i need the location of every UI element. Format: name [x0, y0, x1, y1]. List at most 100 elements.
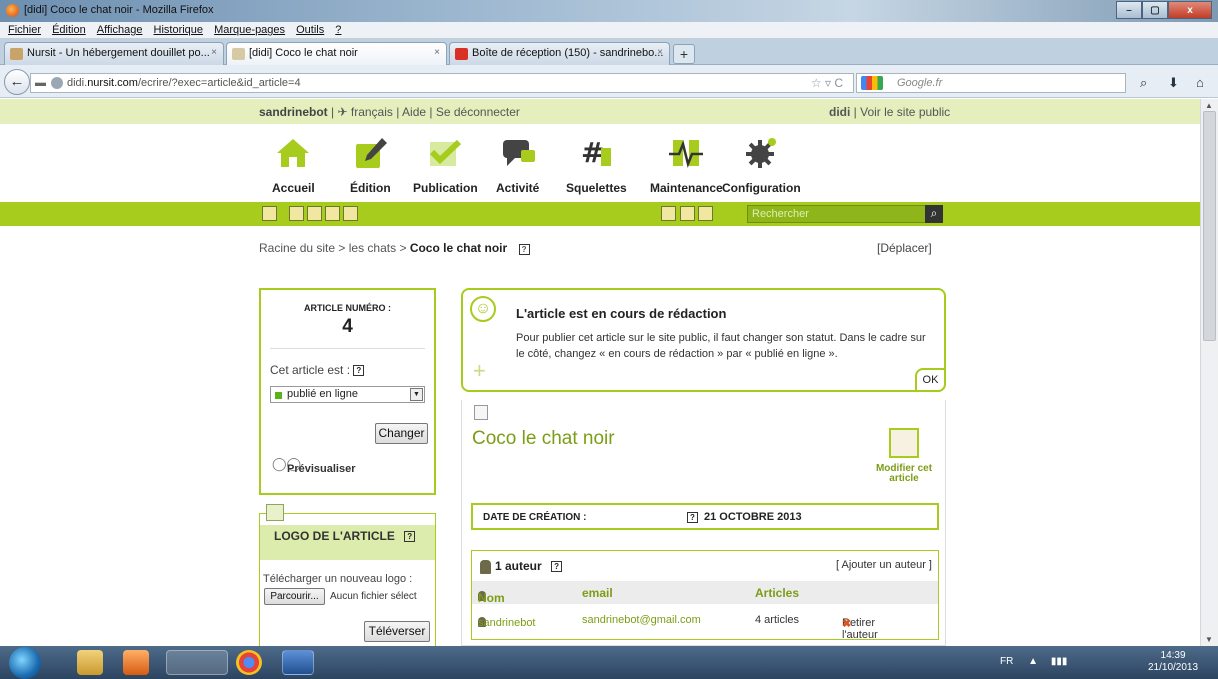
no-file-text: Aucun fichier sélect	[330, 591, 417, 602]
menu-marque-pages[interactable]: Marque-pages	[214, 24, 285, 36]
nav-configuration[interactable]: Configuration	[722, 136, 801, 195]
new-site-icon[interactable]	[343, 206, 358, 221]
stats-icon[interactable]	[698, 206, 713, 221]
preview-link[interactable]: Prévisualiser	[287, 463, 356, 475]
site-name[interactable]: didi	[829, 105, 850, 119]
language-link[interactable]: français	[351, 105, 393, 119]
help-icon[interactable]: ?	[518, 244, 530, 255]
tab-close-icon[interactable]: ×	[657, 47, 663, 58]
tray-arrow-icon[interactable]: ▲	[1028, 656, 1038, 667]
tab-bar: Nursit - Un hébergement douillet po... ×…	[0, 39, 1218, 65]
nav-label: Configuration	[722, 181, 801, 195]
close-button[interactable]: x	[1168, 1, 1212, 19]
nav-squelettes[interactable]: # Squelettes	[566, 136, 627, 195]
status-notice: ☺ L'article est en cours de rédaction Po…	[461, 288, 946, 392]
logout-link[interactable]: Se déconnecter	[436, 105, 520, 119]
spip-search-input[interactable]: Rechercher ⌕	[747, 205, 943, 223]
network-icon[interactable]: ▮▮▮	[1051, 656, 1068, 667]
new-article-icon[interactable]	[307, 206, 322, 221]
upload-button[interactable]: Téléverser	[364, 621, 430, 642]
add-author-link[interactable]: [ Ajouter un auteur ]	[836, 559, 932, 571]
messages-icon[interactable]	[661, 206, 676, 221]
scroll-down-icon[interactable]: ▼	[1205, 635, 1213, 644]
menu-historique[interactable]: Historique	[154, 24, 204, 36]
menu-help[interactable]: ?	[335, 24, 341, 36]
clock[interactable]: 14:39 21/10/2013	[1148, 650, 1198, 674]
menu-fichier[interactable]: Fichier	[8, 24, 41, 36]
help-icon[interactable]: ?	[551, 561, 563, 573]
windows-taskbar: FR ▲ ▮▮▮ 14:39 21/10/2013	[0, 646, 1218, 679]
breadcrumb-root[interactable]: Racine du site	[259, 241, 335, 255]
help-link[interactable]: Aide	[402, 105, 426, 119]
logo-title: LOGO DE L'ARTICLE ?	[274, 529, 416, 543]
maximize-button[interactable]: ▢	[1142, 1, 1168, 19]
calendar-icon[interactable]	[680, 206, 695, 221]
firefox-taskbar-icon[interactable]	[166, 650, 228, 675]
tab-nursit[interactable]: Nursit - Un hébergement douillet po... ×	[4, 42, 224, 65]
nav-label: Maintenance	[650, 181, 723, 195]
tab-close-icon[interactable]: ×	[434, 47, 440, 58]
nav-publication[interactable]: Publication	[413, 136, 478, 195]
new-tab-button[interactable]: +	[673, 44, 695, 64]
word-icon[interactable]	[282, 650, 314, 675]
speech-bubble-icon	[502, 140, 535, 166]
menu-edition[interactable]: Édition	[52, 24, 86, 36]
nav-activite[interactable]: Activité	[496, 136, 539, 195]
edit-article-icon[interactable]	[889, 428, 919, 458]
spip-toolbar: Rechercher ⌕	[0, 202, 1200, 226]
vertical-scrollbar[interactable]: ▲ ▼	[1200, 99, 1218, 646]
magnifier-icon[interactable]: ⌕	[925, 205, 943, 223]
browse-button[interactable]: Parcourir...	[264, 588, 325, 605]
start-button[interactable]	[9, 647, 41, 679]
window-title: [didi] Coco le chat noir - Mozilla Firef…	[24, 4, 214, 16]
download-icon[interactable]: ⬇	[1168, 75, 1179, 91]
public-site-link[interactable]: Voir le site public	[860, 105, 950, 119]
scroll-thumb[interactable]	[1203, 111, 1216, 341]
divider	[270, 348, 425, 349]
site-tree-icon[interactable]	[262, 206, 277, 221]
ok-button[interactable]: OK	[915, 368, 946, 392]
help-icon[interactable]: ?	[404, 531, 416, 543]
change-button[interactable]: Changer	[375, 423, 428, 444]
media-player-icon[interactable]	[123, 650, 149, 675]
help-icon[interactable]: ?	[687, 511, 698, 523]
navigation-bar: ← ▬ didi.nursit.com/ecrire/?exec=article…	[0, 65, 1218, 98]
search-placeholder: Google.fr	[897, 77, 943, 89]
search-icon[interactable]: ⌕	[1140, 75, 1147, 91]
nav-label: Publication	[413, 181, 478, 195]
user-name[interactable]: sandrinebot	[259, 105, 328, 119]
article-panel: Coco le chat noir Modifier cet article D…	[461, 400, 946, 646]
browser-search-input[interactable]: Google.fr	[856, 73, 1126, 93]
url-bar[interactable]: ▬ didi.nursit.com/ecrire/?exec=article&i…	[30, 73, 854, 93]
scroll-up-icon[interactable]: ▲	[1205, 101, 1213, 110]
chrome-icon[interactable]	[236, 650, 262, 675]
help-icon[interactable]: ?	[353, 365, 365, 377]
nav-edition[interactable]: Édition	[350, 136, 391, 195]
breadcrumb-current: Coco le chat noir	[409, 241, 508, 255]
back-button[interactable]: ←	[4, 69, 30, 95]
nav-label: Accueil	[272, 181, 315, 195]
new-rubrique-icon[interactable]	[289, 206, 304, 221]
home-icon[interactable]: ⌂	[1196, 75, 1204, 90]
new-breve-icon[interactable]	[325, 206, 340, 221]
move-link[interactable]: [Déplacer]	[877, 241, 932, 255]
language-indicator[interactable]: FR	[1000, 656, 1013, 667]
menu-outils[interactable]: Outils	[296, 24, 324, 36]
breadcrumb-rubrique[interactable]: les chats	[349, 241, 396, 255]
chevron-down-icon[interactable]: ▼	[410, 388, 423, 401]
image-icon	[266, 504, 284, 521]
explorer-icon[interactable]	[77, 650, 103, 675]
upload-label: Télécharger un nouveau logo :	[263, 573, 413, 585]
tab-close-icon[interactable]: ×	[211, 47, 217, 58]
minimize-button[interactable]: –	[1116, 1, 1142, 19]
status-select[interactable]: publié en ligne ▼	[270, 386, 425, 403]
tab-gmail[interactable]: Boîte de réception (150) - sandrinebo...…	[449, 42, 670, 65]
bookmark-star-icon[interactable]: ☆ ▿ C	[811, 76, 843, 90]
remove-icon[interactable]: ✖	[842, 617, 851, 630]
tab-didi[interactable]: [didi] Coco le chat noir ×	[226, 42, 447, 65]
author-email[interactable]: sandrinebot@gmail.com	[582, 614, 701, 626]
edit-article-link[interactable]: Modifier cet article	[872, 464, 936, 484]
nav-accueil[interactable]: Accueil	[272, 136, 315, 195]
menu-affichage[interactable]: Affichage	[97, 24, 143, 36]
nav-maintenance[interactable]: Maintenance	[650, 136, 723, 195]
